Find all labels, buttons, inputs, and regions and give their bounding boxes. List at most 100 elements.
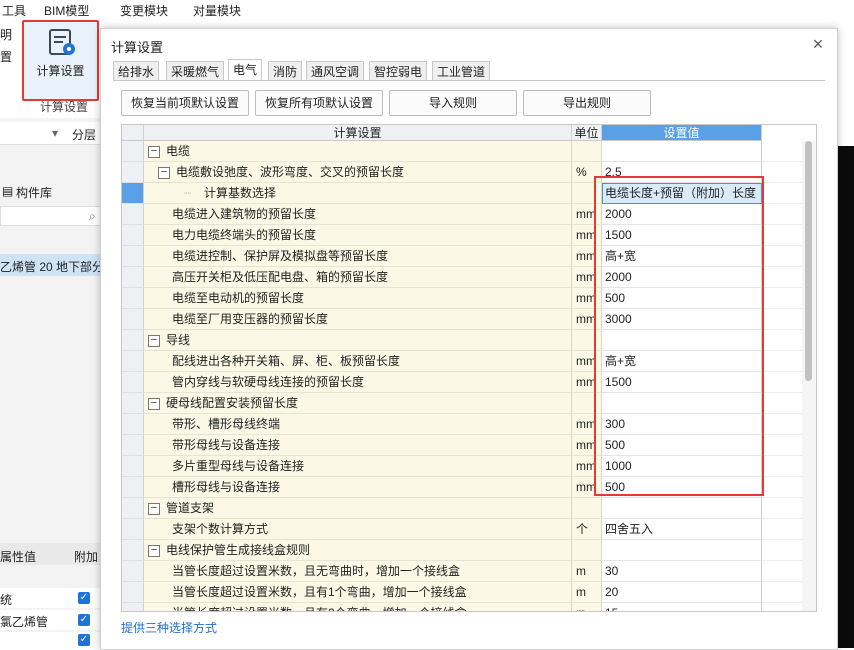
- setting-value-cell[interactable]: 30: [602, 561, 762, 582]
- table-row[interactable]: 电缆进控制、保护屏及模拟盘等预留长度 mm 高+宽: [122, 246, 802, 267]
- close-icon[interactable]: ×: [809, 35, 827, 53]
- row-header-cell[interactable]: [122, 582, 144, 603]
- tab-hvac[interactable]: 通风空调: [306, 61, 365, 81]
- table-row[interactable]: 电缆至厂用变压器的预留长度 mm 3000: [122, 309, 802, 330]
- tab-plumbing[interactable]: 给排水: [113, 61, 160, 81]
- table-row[interactable]: 多片重型母线与设备连接 mm 1000: [122, 456, 802, 477]
- menu-bim-model[interactable]: BIM模型: [44, 2, 89, 19]
- tab-fire[interactable]: 消防: [268, 61, 303, 81]
- collapse-toggle-icon[interactable]: −: [148, 335, 160, 347]
- setting-value-cell[interactable]: [602, 330, 762, 351]
- table-row[interactable]: 当管长度超过设置米数，且无弯曲时，增加一个接线盒 m 30: [122, 561, 802, 582]
- collapse-toggle-icon[interactable]: −: [148, 503, 160, 515]
- row-header-cell[interactable]: [122, 309, 144, 330]
- row-header-cell[interactable]: [122, 435, 144, 456]
- table-row[interactable]: − 电缆敷设弛度、波形弯度、交叉的预留长度% 2.5: [122, 162, 802, 183]
- table-row[interactable]: − 硬母线配置安装预留长度: [122, 393, 802, 414]
- row-header-cell[interactable]: [122, 393, 144, 414]
- table-row[interactable]: 计算基数选择 ┈ 电缆长度+预留（附加）长度: [122, 183, 802, 204]
- setting-value-cell[interactable]: [602, 498, 762, 519]
- component-search-input[interactable]: ⌕: [0, 206, 104, 226]
- component-lib-row[interactable]: ▤ 构件库: [0, 180, 104, 202]
- grid-vertical-scrollbar[interactable]: [802, 141, 816, 611]
- row-header-cell[interactable]: [122, 204, 144, 225]
- prop-checkbox-1[interactable]: ✓: [78, 592, 90, 604]
- setting-value-cell[interactable]: 300: [602, 414, 762, 435]
- table-row[interactable]: 电力电缆终端头的预留长度 mm 1500: [122, 225, 802, 246]
- row-header-cell[interactable]: [122, 246, 144, 267]
- setting-value-cell[interactable]: 3000: [602, 309, 762, 330]
- table-row[interactable]: 当管长度超过设置米数，且有1个弯曲，增加一个接线盒 m 20: [122, 582, 802, 603]
- table-row[interactable]: − 电线保护管生成接线盒规则: [122, 540, 802, 561]
- setting-value-cell[interactable]: [602, 141, 762, 162]
- setting-value-cell[interactable]: 500: [602, 435, 762, 456]
- setting-value-cell[interactable]: [602, 540, 762, 561]
- table-row[interactable]: 支架个数计算方式 个四舍五入: [122, 519, 802, 540]
- row-header-cell[interactable]: [122, 456, 144, 477]
- table-row[interactable]: 配线进出各种开关箱、屏、柜、板预留长度 mm 高+宽: [122, 351, 802, 372]
- setting-value-cell[interactable]: 2.5: [602, 162, 762, 183]
- row-header-cell[interactable]: [122, 561, 144, 582]
- tab-smart-weak[interactable]: 智控弱电: [369, 61, 428, 81]
- row-header-cell[interactable]: [122, 477, 144, 498]
- collapse-toggle-icon[interactable]: −: [158, 167, 170, 179]
- table-row[interactable]: 槽形母线与设备连接 mm 500: [122, 477, 802, 498]
- export-rules-button[interactable]: 导出规则: [523, 90, 651, 116]
- menu-tools[interactable]: 工具: [2, 2, 26, 19]
- tab-electrical[interactable]: 电气: [228, 59, 263, 81]
- table-row[interactable]: − 管道支架: [122, 498, 802, 519]
- table-row[interactable]: 高压开关柜及低压配电盘、箱的预留长度 mm 2000: [122, 267, 802, 288]
- calc-settings-ribbon-button[interactable]: 计算设置: [22, 20, 99, 101]
- row-header-cell[interactable]: [122, 141, 144, 162]
- row-header-cell[interactable]: [122, 225, 144, 246]
- restore-all-default-button[interactable]: 恢复所有项默认设置: [255, 90, 383, 116]
- row-header-cell[interactable]: [122, 519, 144, 540]
- chevron-down-icon[interactable]: ▾: [52, 126, 58, 140]
- row-header-cell[interactable]: [122, 498, 144, 519]
- floor-filter-label[interactable]: 分层: [72, 126, 96, 143]
- collapse-toggle-icon[interactable]: −: [148, 146, 160, 158]
- prop-checkbox-2[interactable]: ✓: [78, 614, 90, 626]
- setting-value-cell[interactable]: 15: [602, 603, 762, 611]
- scrollbar-thumb[interactable]: [805, 141, 812, 381]
- row-header-cell[interactable]: [122, 414, 144, 435]
- row-header-cell[interactable]: [122, 540, 144, 561]
- collapse-toggle-icon[interactable]: −: [148, 398, 160, 410]
- setting-value-cell[interactable]: 2000: [602, 267, 762, 288]
- table-row[interactable]: 带形母线与设备连接 mm 500: [122, 435, 802, 456]
- row-header-cell[interactable]: [122, 330, 144, 351]
- row-header-cell[interactable]: [122, 183, 144, 204]
- row-header-cell[interactable]: [122, 288, 144, 309]
- table-row[interactable]: − 电缆: [122, 141, 802, 162]
- table-row[interactable]: 电缆至电动机的预留长度 mm 500: [122, 288, 802, 309]
- row-header-cell[interactable]: [122, 603, 144, 611]
- setting-value-cell[interactable]: [602, 393, 762, 414]
- setting-value-cell[interactable]: 20: [602, 582, 762, 603]
- tree-item-selected[interactable]: 乙烯管 20 地下部分: [0, 254, 104, 276]
- table-row[interactable]: − 导线: [122, 330, 802, 351]
- setting-value-cell[interactable]: 1500: [602, 225, 762, 246]
- setting-value-cell[interactable]: 1000: [602, 456, 762, 477]
- setting-value-cell[interactable]: 高+宽: [602, 246, 762, 267]
- table-row[interactable]: 带形、槽形母线终端 mm 300: [122, 414, 802, 435]
- setting-value-cell[interactable]: 1500: [602, 372, 762, 393]
- menu-change-module[interactable]: 变更模块: [120, 2, 168, 19]
- tab-heating-gas[interactable]: 采暖燃气: [166, 61, 225, 81]
- tab-industrial-pipe[interactable]: 工业管道: [432, 61, 491, 81]
- setting-value-cell[interactable]: 2000: [602, 204, 762, 225]
- import-rules-button[interactable]: 导入规则: [389, 90, 517, 116]
- row-header-cell[interactable]: [122, 267, 144, 288]
- table-row[interactable]: 电缆进入建筑物的预留长度 mm 2000: [122, 204, 802, 225]
- setting-value-cell[interactable]: 500: [602, 477, 762, 498]
- row-header-cell[interactable]: [122, 162, 144, 183]
- setting-value-cell[interactable]: 四舍五入: [602, 519, 762, 540]
- menu-quantity-module[interactable]: 对量模块: [193, 2, 241, 19]
- setting-value-cell[interactable]: 电缆长度+预留（附加）长度: [602, 183, 762, 204]
- row-header-cell[interactable]: [122, 351, 144, 372]
- row-header-cell[interactable]: [122, 372, 144, 393]
- restore-current-default-button[interactable]: 恢复当前项默认设置: [121, 90, 249, 116]
- table-row[interactable]: 管内穿线与软硬母线连接的预留长度 mm 1500: [122, 372, 802, 393]
- setting-value-cell[interactable]: 500: [602, 288, 762, 309]
- collapse-toggle-icon[interactable]: −: [148, 545, 160, 557]
- setting-value-cell[interactable]: 高+宽: [602, 351, 762, 372]
